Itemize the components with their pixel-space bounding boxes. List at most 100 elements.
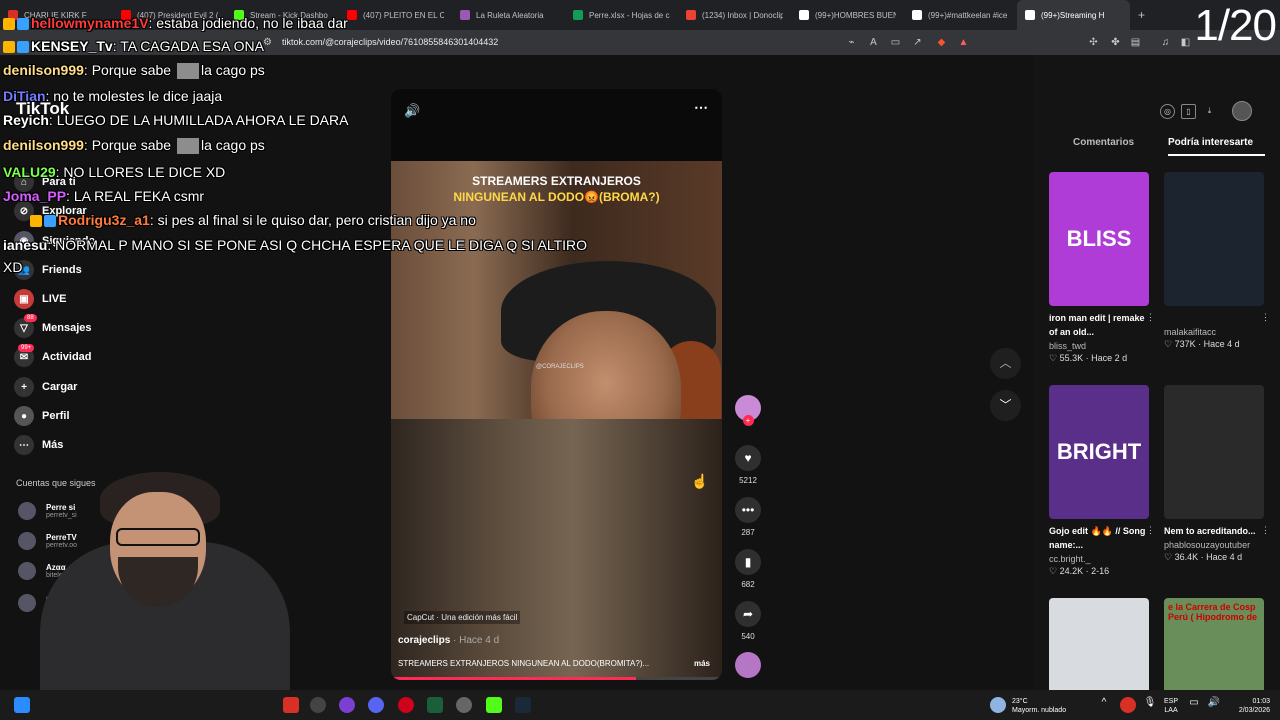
discord-icon[interactable] <box>368 697 384 713</box>
card-title: Nem to acreditando... <box>1164 526 1256 536</box>
card-author[interactable]: cc.bright._ <box>1049 554 1149 564</box>
sidebar-item-perfil[interactable]: ● Perfil <box>14 406 70 426</box>
screen-icon[interactable]: ▭ <box>890 37 901 48</box>
sound-disc-icon[interactable] <box>735 652 761 678</box>
recommended-video-card[interactable]: Nem to acreditando... phablosouzayoutuber… <box>1164 385 1270 563</box>
creator-avatar[interactable]: + <box>735 395 761 426</box>
sidebar-icon[interactable]: ▤ <box>1130 37 1141 48</box>
like-count: 5212 <box>739 476 757 485</box>
sound-disc[interactable] <box>735 652 761 678</box>
panel-icon[interactable]: ◧ <box>1180 37 1191 48</box>
taskbar-app-icon[interactable] <box>427 697 443 713</box>
sidebar-item-label: Mensajes <box>42 322 92 334</box>
recommended-video-card[interactable]: BRIGHT Gojo edit 🔥🔥 // Song name:... cc.br… <box>1049 385 1155 577</box>
phone-icon[interactable]: ▯ <box>1181 104 1196 119</box>
share-icon[interactable]: ↗ <box>912 37 923 48</box>
card-options-icon[interactable]: ⋮ <box>1146 525 1155 536</box>
taskbar-app-icon[interactable] <box>456 697 472 713</box>
microphone-icon[interactable]: 🎙 <box>1142 697 1158 713</box>
network-icon[interactable]: ▭ <box>1186 697 1202 713</box>
weather-widget[interactable]: 23°C Mayorm. nublado <box>1012 697 1066 715</box>
card-options-icon[interactable]: ⋮ <box>1261 525 1270 536</box>
recommended-video-card[interactable]: malakaifitacc ♡ 737K · Hace 4 d ⋮ <box>1164 172 1270 350</box>
tab-recommended[interactable]: Podría interesarte <box>1168 137 1253 148</box>
video-options-icon[interactable]: ⋯ <box>694 99 708 116</box>
capcut-label[interactable]: CapCut · Una edición más fácil <box>404 611 521 624</box>
share-action[interactable]: ➦ 540 <box>735 601 761 641</box>
sidebar-item-cargar[interactable]: + Cargar <box>14 377 77 397</box>
tray-chevron-icon[interactable]: ^ <box>1096 697 1112 713</box>
opera-icon[interactable] <box>398 697 414 713</box>
taskbar-app-icon[interactable] <box>283 697 299 713</box>
sidebar-item-friends[interactable]: 👥 Friends <box>14 260 82 280</box>
translate-icon[interactable]: A <box>868 37 879 48</box>
card-author[interactable]: phablosouzayoutuber <box>1164 540 1264 550</box>
comment-icon[interactable]: ••• <box>735 497 761 523</box>
brave-shield-icon[interactable]: ◆ <box>936 37 947 48</box>
thumbnail-text: e la Carrera de Cosp Perú ( Hipodromo de <box>1168 602 1258 622</box>
rewards-icon[interactable]: ▲ <box>958 37 969 48</box>
browser-tab[interactable]: Perre.xlsx - Hojas de cá <box>565 0 678 30</box>
sidebar-item-label: Más <box>42 439 64 451</box>
tab-favicon-icon <box>1025 10 1035 20</box>
browser-tab[interactable]: (407) PLEITO EN EL CU <box>339 0 452 30</box>
system-clock[interactable]: 01:03 2/03/2026 <box>1228 697 1270 715</box>
browser-tab[interactable]: (99+)Streaming H <box>1017 0 1130 30</box>
tab-favicon-icon <box>799 10 809 20</box>
volume-tray-icon[interactable]: 🔊 <box>1206 697 1222 713</box>
bookmark-icon[interactable]: ▮ <box>735 549 761 575</box>
sidebar-item-live[interactable]: ▣ LIVE <box>14 289 66 309</box>
steam-icon[interactable] <box>515 697 531 713</box>
music-icon[interactable]: ♫ <box>1160 37 1171 48</box>
volume-icon[interactable]: 🔊 <box>404 103 420 119</box>
comment-action[interactable]: ••• 287 <box>735 497 761 537</box>
card-author[interactable]: bliss_twd <box>1049 341 1149 351</box>
browser-tab[interactable]: (99+)#mattkeelan #ice <box>904 0 1017 30</box>
sidebar-item-más[interactable]: ⋯ Más <box>14 435 63 455</box>
recommended-video-card[interactable]: BLISS iron man edit | remake of an old...… <box>1049 172 1155 364</box>
browser-tab[interactable]: (1234) Inbox | Donoclip <box>678 0 791 30</box>
next-video-button[interactable]: ﹀ <box>990 390 1021 421</box>
taskbar-app-icon[interactable] <box>310 697 326 713</box>
card-options-icon[interactable]: ⋮ <box>1146 312 1155 323</box>
author-name[interactable]: corajeclips <box>398 635 450 646</box>
new-tab-button[interactable]: + <box>1138 8 1145 22</box>
video-player[interactable]: STREAMERS EXTRANJEROS NINGUNEAN AL DODO😡… <box>391 89 722 680</box>
video-progress-bar[interactable] <box>391 677 722 680</box>
tray-app-icon[interactable] <box>1120 697 1136 713</box>
user-avatar[interactable] <box>1232 101 1252 121</box>
kick-icon[interactable] <box>486 697 502 713</box>
puzzle-icon[interactable]: ✤ <box>1110 37 1121 48</box>
video-thumbnail[interactable]: BRIGHT <box>1049 385 1149 519</box>
browser-tab[interactable]: La Ruleta Aleatoria <box>452 0 565 30</box>
heart-icon[interactable]: ♥ <box>735 445 761 471</box>
video-author[interactable]: corajeclips · Hace 4 d <box>398 635 499 646</box>
caption-more-button[interactable]: más <box>694 659 710 668</box>
emote-icon <box>176 138 199 155</box>
like-action[interactable]: ♥ 5212 <box>735 445 761 485</box>
windows-start-icon[interactable] <box>14 697 30 713</box>
tab-title: (1234) Inbox | Donoclip <box>702 10 783 20</box>
video-thumbnail[interactable]: BLISS <box>1049 172 1149 306</box>
save-action[interactable]: ▮ 682 <box>735 549 761 589</box>
share-arrow-icon[interactable]: ➦ <box>735 601 761 627</box>
card-author[interactable]: malakaifitacc <box>1164 327 1264 337</box>
video-thumbnail[interactable] <box>1164 172 1264 306</box>
thumbnail-text: BRIGHT <box>1056 439 1142 464</box>
browser-tab[interactable]: (99+)HOMBRES BUEN <box>791 0 904 30</box>
url-field[interactable]: tiktok.com/@corajeclips/video/7610855846… <box>282 37 498 47</box>
extension-icon[interactable]: ✣ <box>1088 37 1099 48</box>
video-thumbnail[interactable] <box>1164 385 1264 519</box>
language-indicator[interactable]: ESP LAA <box>1164 697 1178 715</box>
tab-comments[interactable]: Comentarios <box>1073 137 1134 148</box>
more-icon: ⋯ <box>14 435 34 455</box>
previous-video-button[interactable]: ︿ <box>990 348 1021 379</box>
download-icon[interactable]: ⤓ <box>1202 104 1217 119</box>
effect-icon[interactable]: ◎ <box>1160 104 1175 119</box>
tab-title: (99+)Streaming H <box>1041 10 1105 20</box>
taskbar-app-icon[interactable] <box>339 697 355 713</box>
follow-plus-icon[interactable]: + <box>742 415 754 426</box>
weather-icon[interactable] <box>990 697 1006 713</box>
card-options-icon[interactable]: ⋮ <box>1261 312 1270 323</box>
cast-icon[interactable]: ⌁ <box>846 37 857 48</box>
